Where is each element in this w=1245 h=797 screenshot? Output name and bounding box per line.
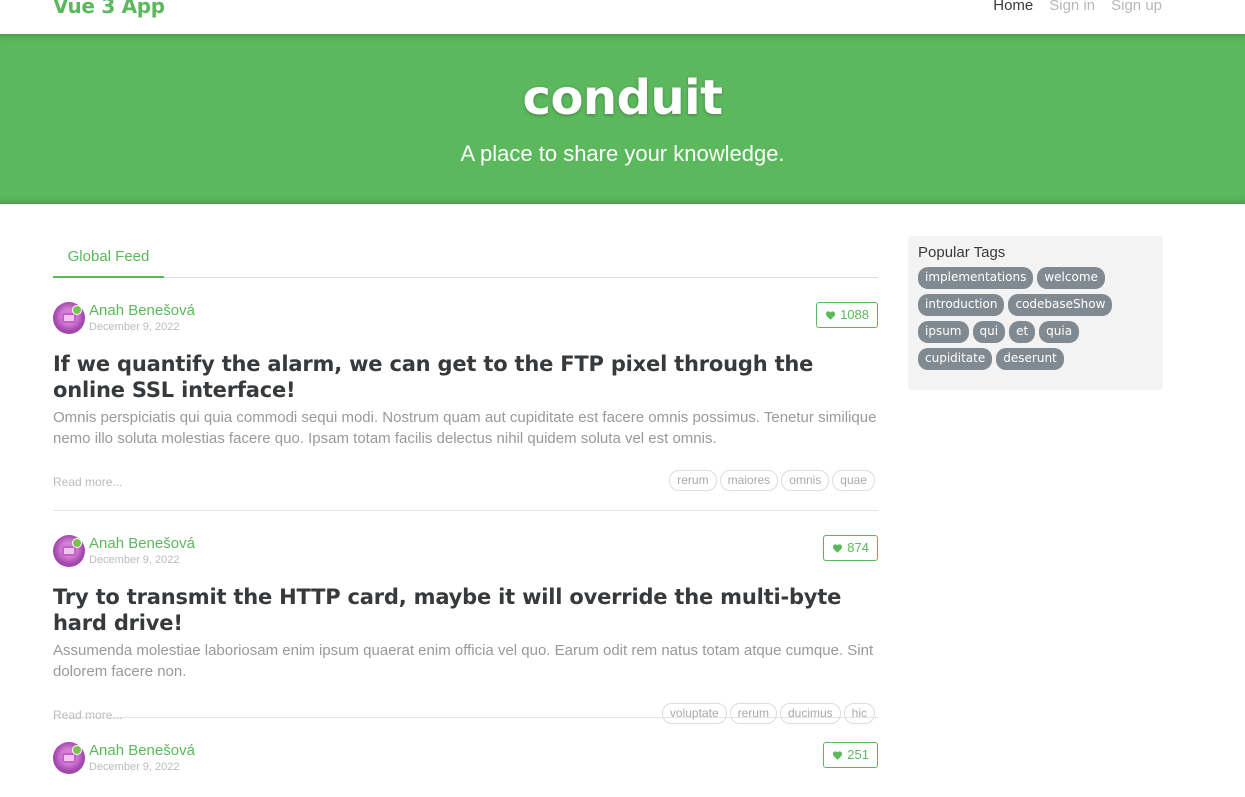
top-navbar: Vue 3 App Home Sign in Sign up	[0, 0, 1245, 34]
banner-title: conduit	[522, 70, 723, 126]
heart-icon	[833, 543, 843, 553]
tag-pill[interactable]: qui	[972, 321, 1006, 343]
tag-pill[interactable]: et	[1009, 321, 1036, 343]
article-tag: maiores	[719, 470, 779, 491]
author-name-link[interactable]: Anah Benešová	[89, 302, 195, 319]
author-avatar[interactable]	[53, 742, 85, 774]
article-date: December 9, 2022	[89, 321, 180, 333]
nav-sign-up-link[interactable]: Sign up	[1111, 0, 1162, 14]
article-title[interactable]: If we quantify the alarm, we can get to …	[53, 351, 878, 403]
tag-pill[interactable]: quia	[1039, 321, 1080, 343]
article-tag: omnis	[781, 470, 830, 491]
tag-pill[interactable]: deserunt	[996, 348, 1064, 370]
article-preview: Anah Benešová December 9, 2022 874 Try t…	[53, 511, 878, 724]
author-avatar[interactable]	[53, 302, 85, 334]
author-name-link[interactable]: Anah Benešová	[89, 742, 195, 759]
article-feed: Global Feed Anah Benešová December 9, 20…	[53, 236, 878, 797]
article-description: Omnis perspiciatis qui quia commodi sequ…	[53, 409, 877, 447]
article-tag: quae	[832, 470, 875, 491]
popular-tags-sidebar: Popular Tags implementations welcome int…	[908, 236, 1163, 390]
author-avatar[interactable]	[53, 535, 85, 567]
brand-logo[interactable]: Vue 3 App	[53, 0, 165, 18]
article-meta: Anah Benešová December 9, 2022 251	[53, 742, 878, 776]
nav-sign-in-link[interactable]: Sign in	[1049, 0, 1095, 14]
article-description: Assumenda molestiae laboriosam enim ipsu…	[53, 642, 874, 680]
popular-tag-list: implementations welcome introduction cod…	[918, 267, 1153, 370]
article-date: December 9, 2022	[89, 554, 180, 566]
tag-pill[interactable]: codebaseShow	[1008, 294, 1113, 316]
article-title[interactable]: Try to transmit the HTTP card, maybe it …	[53, 584, 878, 636]
tab-global-feed[interactable]: Global Feed	[53, 236, 164, 278]
nav-home-link[interactable]: Home	[993, 0, 1033, 14]
heart-icon	[825, 310, 836, 320]
article-meta: Anah Benešová December 9, 2022 874	[53, 535, 878, 569]
favorite-count: 1088	[840, 307, 869, 322]
article-date: December 9, 2022	[89, 761, 180, 773]
sidebar-heading: Popular Tags	[918, 244, 1006, 261]
heart-icon	[833, 750, 843, 760]
banner-subtitle: A place to share your knowledge.	[460, 141, 785, 166]
favorite-button[interactable]: 251	[823, 742, 878, 768]
tag-pill[interactable]: introduction	[918, 294, 1005, 316]
feed-tabs: Global Feed	[53, 236, 878, 278]
tag-pill[interactable]: cupiditate	[918, 348, 993, 370]
article-tag-list: rerum maiores omnis quae	[669, 470, 875, 491]
article-preview: Anah Benešová December 9, 2022 251	[53, 718, 878, 797]
favorite-count: 874	[847, 540, 869, 555]
tag-pill[interactable]: ipsum	[918, 321, 969, 343]
favorite-button[interactable]: 874	[823, 535, 878, 561]
read-more-link[interactable]: Read more...	[53, 475, 122, 489]
article-tag: rerum	[669, 470, 717, 491]
favorite-count: 251	[847, 747, 869, 762]
article-preview: Anah Benešová December 9, 2022 1088 If w…	[53, 278, 878, 511]
nav-links: Home Sign in Sign up	[993, 0, 1162, 14]
favorite-button[interactable]: 1088	[816, 302, 878, 328]
tag-pill[interactable]: welcome	[1037, 267, 1105, 289]
article-meta: Anah Benešová December 9, 2022 1088	[53, 302, 878, 336]
author-name-link[interactable]: Anah Benešová	[89, 535, 195, 552]
hero-banner: conduit A place to share your knowledge.	[0, 34, 1245, 204]
tag-pill[interactable]: implementations	[918, 267, 1034, 289]
